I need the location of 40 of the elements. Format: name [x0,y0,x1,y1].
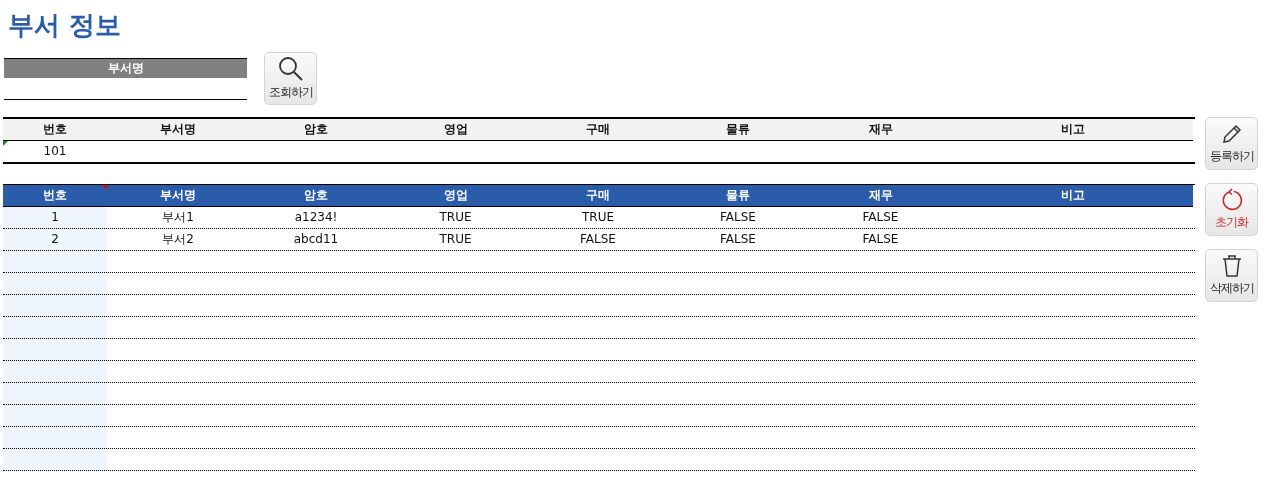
delete-button[interactable]: 삭제하기 [1205,249,1258,302]
column-header: 물류 [668,185,808,207]
table-cell: 101 [3,141,107,162]
column-header: 번호 [3,185,107,207]
table-cell-text: TRUE [580,209,615,226]
column-header: 비고 [953,185,1193,207]
column-header: 번호 [3,119,107,141]
column-header: 물류 [668,119,808,141]
column-header: 비고 [953,119,1193,141]
table-cell-text: 2 [50,231,60,248]
column-header: 구매 [528,119,668,141]
register-button[interactable]: 등록하기 [1205,117,1258,170]
search-icon [277,56,304,82]
page-title: 부서 정보 [7,9,123,38]
table-cell-text: 1 [50,209,60,226]
column-header: 부서명 [107,185,249,207]
column-header: 부서명 [107,119,249,141]
field-label: 부서명 [4,58,247,78]
column-header: 암호 [249,119,383,141]
table-cell-text: FALSE [719,209,757,226]
table-cell-text: FALSE [719,231,757,248]
table-cell-text: FALSE [861,209,900,226]
trash-icon [1220,254,1243,278]
table-cell-text: FALSE [861,231,900,248]
table-cell-text: FALSE [579,231,617,248]
table-cell-text: TRUE [438,209,473,226]
table-cell-text: a1234! [293,209,339,226]
table-cell-text: 부서1 [161,209,195,226]
table-cell-text: 부서2 [161,231,195,248]
column-header: 영업 [383,119,528,141]
reset-button[interactable]: 초기화 [1205,183,1258,236]
table-cell-text: TRUE [438,231,473,248]
column-header: 영업 [383,185,528,207]
column-header: 구매 [528,185,668,207]
search-button[interactable]: 조회하기 [264,52,317,105]
marker-icon [3,141,8,146]
table-cell-text: abcd11 [292,231,340,248]
column-header: 암호 [249,185,383,207]
column-header: 재무 [808,185,953,207]
column-header: 재무 [808,119,953,141]
